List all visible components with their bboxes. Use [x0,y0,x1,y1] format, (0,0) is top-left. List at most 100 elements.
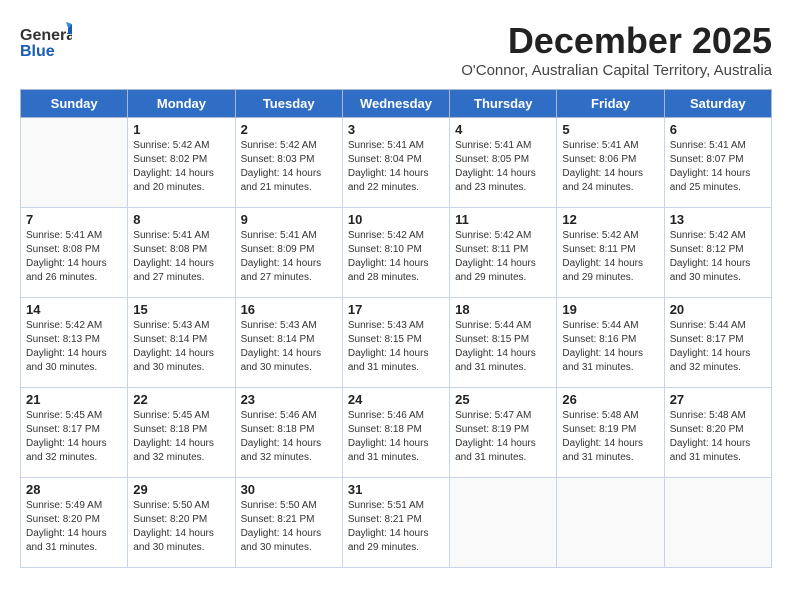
cell-info: Sunrise: 5:46 AMSunset: 8:18 PMDaylight:… [241,409,337,465]
day-number: 13 [670,212,766,227]
cell-info: Sunrise: 5:42 AMSunset: 8:13 PMDaylight:… [26,319,122,375]
cell-info: Sunrise: 5:42 AMSunset: 8:11 PMDaylight:… [562,229,658,285]
calendar-cell: 19 Sunrise: 5:44 AMSunset: 8:16 PMDayligh… [557,298,664,388]
day-number: 27 [670,392,766,407]
cell-info: Sunrise: 5:44 AMSunset: 8:17 PMDaylight:… [670,319,766,375]
calendar-cell: 20 Sunrise: 5:44 AMSunset: 8:17 PMDayligh… [664,298,771,388]
day-number: 18 [455,302,551,317]
page-container: General Blue December 2025 O'Connor, Aus… [20,20,772,568]
cell-info: Sunrise: 5:50 AMSunset: 8:20 PMDaylight:… [133,499,229,555]
calendar-cell [557,478,664,568]
header: General Blue December 2025 O'Connor, Aus… [20,20,772,79]
day-number: 12 [562,212,658,227]
cell-info: Sunrise: 5:42 AMSunset: 8:11 PMDaylight:… [455,229,551,285]
calendar-week-row: 7 Sunrise: 5:41 AMSunset: 8:08 PMDaylight… [21,208,772,298]
svg-text:General: General [20,27,72,44]
calendar-cell: 16 Sunrise: 5:43 AMSunset: 8:14 PMDayligh… [235,298,342,388]
day-number: 1 [133,122,229,137]
day-number: 15 [133,302,229,317]
calendar-cell: 31Sunrise: 5:51 AMSunset: 8:21 PMDayligh… [342,478,449,568]
cell-info: Sunrise: 5:45 AMSunset: 8:18 PMDaylight:… [133,409,229,465]
calendar-week-row: 14 Sunrise: 5:42 AMSunset: 8:13 PMDayligh… [21,298,772,388]
calendar-cell: 14 Sunrise: 5:42 AMSunset: 8:13 PMDayligh… [21,298,128,388]
calendar-cell: 29Sunrise: 5:50 AMSunset: 8:20 PMDayligh… [128,478,235,568]
day-number: 25 [455,392,551,407]
month-title: December 2025 [461,20,772,62]
calendar-cell: 28 Sunrise: 5:49 AMSunset: 8:20 PMDayligh… [21,478,128,568]
calendar-cell: 21 Sunrise: 5:45 AMSunset: 8:17 PMDayligh… [21,388,128,478]
day-number: 9 [241,212,337,227]
cell-info: Sunrise: 5:43 AMSunset: 8:15 PMDaylight:… [348,319,444,375]
day-number: 6 [670,122,766,137]
cell-info: Sunrise: 5:41 AMSunset: 8:07 PMDaylight:… [670,139,766,195]
day-number: 5 [562,122,658,137]
calendar-cell: 15 Sunrise: 5:43 AMSunset: 8:14 PMDayligh… [128,298,235,388]
day-number: 19 [562,302,658,317]
day-number: 21 [26,392,122,407]
calendar-cell: 26Sunrise: 5:48 AMSunset: 8:19 PMDayligh… [557,388,664,478]
calendar-cell: 23 Sunrise: 5:46 AMSunset: 8:18 PMDayligh… [235,388,342,478]
weekday-header: Thursday [450,90,557,118]
location-title: O'Connor, Australian Capital Territory, … [461,62,772,79]
calendar-cell: 11 Sunrise: 5:42 AMSunset: 8:11 PMDayligh… [450,208,557,298]
day-number: 14 [26,302,122,317]
cell-info: Sunrise: 5:41 AMSunset: 8:08 PMDaylight:… [133,229,229,285]
logo-icon: General Blue [20,20,72,62]
weekday-header-row: SundayMondayTuesdayWednesdayThursdayFrid… [21,90,772,118]
cell-info: Sunrise: 5:44 AMSunset: 8:15 PMDaylight:… [455,319,551,375]
day-number: 22 [133,392,229,407]
cell-info: Sunrise: 5:48 AMSunset: 8:20 PMDaylight:… [670,409,766,465]
calendar-cell: 7 Sunrise: 5:41 AMSunset: 8:08 PMDaylight… [21,208,128,298]
weekday-header: Monday [128,90,235,118]
day-number: 28 [26,482,122,497]
day-number: 16 [241,302,337,317]
cell-info: Sunrise: 5:42 AMSunset: 8:10 PMDaylight:… [348,229,444,285]
title-area: December 2025 O'Connor, Australian Capit… [461,20,772,79]
cell-info: Sunrise: 5:51 AMSunset: 8:21 PMDaylight:… [348,499,444,555]
calendar-week-row: 28 Sunrise: 5:49 AMSunset: 8:20 PMDayligh… [21,478,772,568]
calendar-cell: 3 Sunrise: 5:41 AMSunset: 8:04 PMDaylight… [342,118,449,208]
day-number: 20 [670,302,766,317]
weekday-header: Sunday [21,90,128,118]
calendar-week-row: 1 Sunrise: 5:42 AMSunset: 8:02 PMDaylight… [21,118,772,208]
cell-info: Sunrise: 5:42 AMSunset: 8:02 PMDaylight:… [133,139,229,195]
svg-text:Blue: Blue [20,43,55,60]
day-number: 4 [455,122,551,137]
calendar-cell: 27 Sunrise: 5:48 AMSunset: 8:20 PMDayligh… [664,388,771,478]
cell-info: Sunrise: 5:42 AMSunset: 8:03 PMDaylight:… [241,139,337,195]
calendar-cell [21,118,128,208]
day-number: 7 [26,212,122,227]
day-number: 26 [562,392,658,407]
day-number: 3 [348,122,444,137]
cell-info: Sunrise: 5:42 AMSunset: 8:12 PMDaylight:… [670,229,766,285]
day-number: 30 [241,482,337,497]
calendar-table: SundayMondayTuesdayWednesdayThursdayFrid… [20,89,772,568]
cell-info: Sunrise: 5:45 AMSunset: 8:17 PMDaylight:… [26,409,122,465]
cell-info: Sunrise: 5:41 AMSunset: 8:09 PMDaylight:… [241,229,337,285]
calendar-cell: 17 Sunrise: 5:43 AMSunset: 8:15 PMDayligh… [342,298,449,388]
calendar-cell: 24Sunrise: 5:46 AMSunset: 8:18 PMDayligh… [342,388,449,478]
calendar-cell: 18 Sunrise: 5:44 AMSunset: 8:15 PMDayligh… [450,298,557,388]
cell-info: Sunrise: 5:43 AMSunset: 8:14 PMDaylight:… [241,319,337,375]
calendar-cell [664,478,771,568]
calendar-cell: 4Sunrise: 5:41 AMSunset: 8:05 PMDaylight… [450,118,557,208]
cell-info: Sunrise: 5:41 AMSunset: 8:04 PMDaylight:… [348,139,444,195]
cell-info: Sunrise: 5:43 AMSunset: 8:14 PMDaylight:… [133,319,229,375]
calendar-cell: 30Sunrise: 5:50 AMSunset: 8:21 PMDayligh… [235,478,342,568]
cell-info: Sunrise: 5:41 AMSunset: 8:06 PMDaylight:… [562,139,658,195]
day-number: 23 [241,392,337,407]
calendar-cell [450,478,557,568]
logo: General Blue [20,20,72,67]
day-number: 24 [348,392,444,407]
cell-info: Sunrise: 5:47 AMSunset: 8:19 PMDaylight:… [455,409,551,465]
cell-info: Sunrise: 5:41 AMSunset: 8:08 PMDaylight:… [26,229,122,285]
calendar-cell: 12 Sunrise: 5:42 AMSunset: 8:11 PMDayligh… [557,208,664,298]
cell-info: Sunrise: 5:49 AMSunset: 8:20 PMDaylight:… [26,499,122,555]
weekday-header: Saturday [664,90,771,118]
calendar-cell: 9 Sunrise: 5:41 AMSunset: 8:09 PMDaylight… [235,208,342,298]
day-number: 17 [348,302,444,317]
day-number: 11 [455,212,551,227]
cell-info: Sunrise: 5:44 AMSunset: 8:16 PMDaylight:… [562,319,658,375]
calendar-cell: 8Sunrise: 5:41 AMSunset: 8:08 PMDaylight… [128,208,235,298]
calendar-cell: 10Sunrise: 5:42 AMSunset: 8:10 PMDayligh… [342,208,449,298]
